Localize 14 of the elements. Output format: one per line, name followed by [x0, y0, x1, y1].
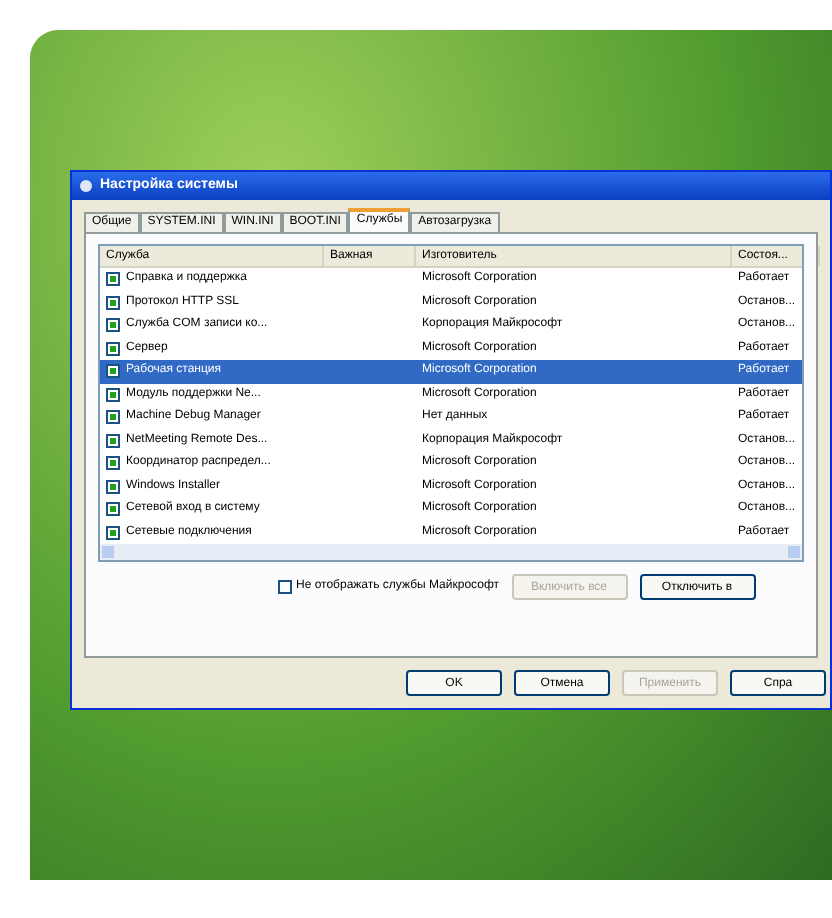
checkbox[interactable] [106, 341, 120, 356]
checkbox[interactable] [106, 456, 120, 471]
checkbox[interactable] [106, 479, 120, 494]
checkbox[interactable] [106, 433, 120, 448]
checkbox[interactable] [106, 525, 120, 540]
checkbox[interactable] [106, 410, 120, 425]
checkbox[interactable] [278, 580, 292, 594]
window-icon [80, 180, 92, 192]
checkbox[interactable] [106, 387, 120, 402]
checkbox[interactable] [106, 318, 120, 333]
checkbox[interactable] [106, 295, 120, 310]
checkbox[interactable] [106, 364, 120, 379]
checkbox[interactable] [106, 502, 120, 517]
checkbox[interactable] [106, 272, 120, 287]
